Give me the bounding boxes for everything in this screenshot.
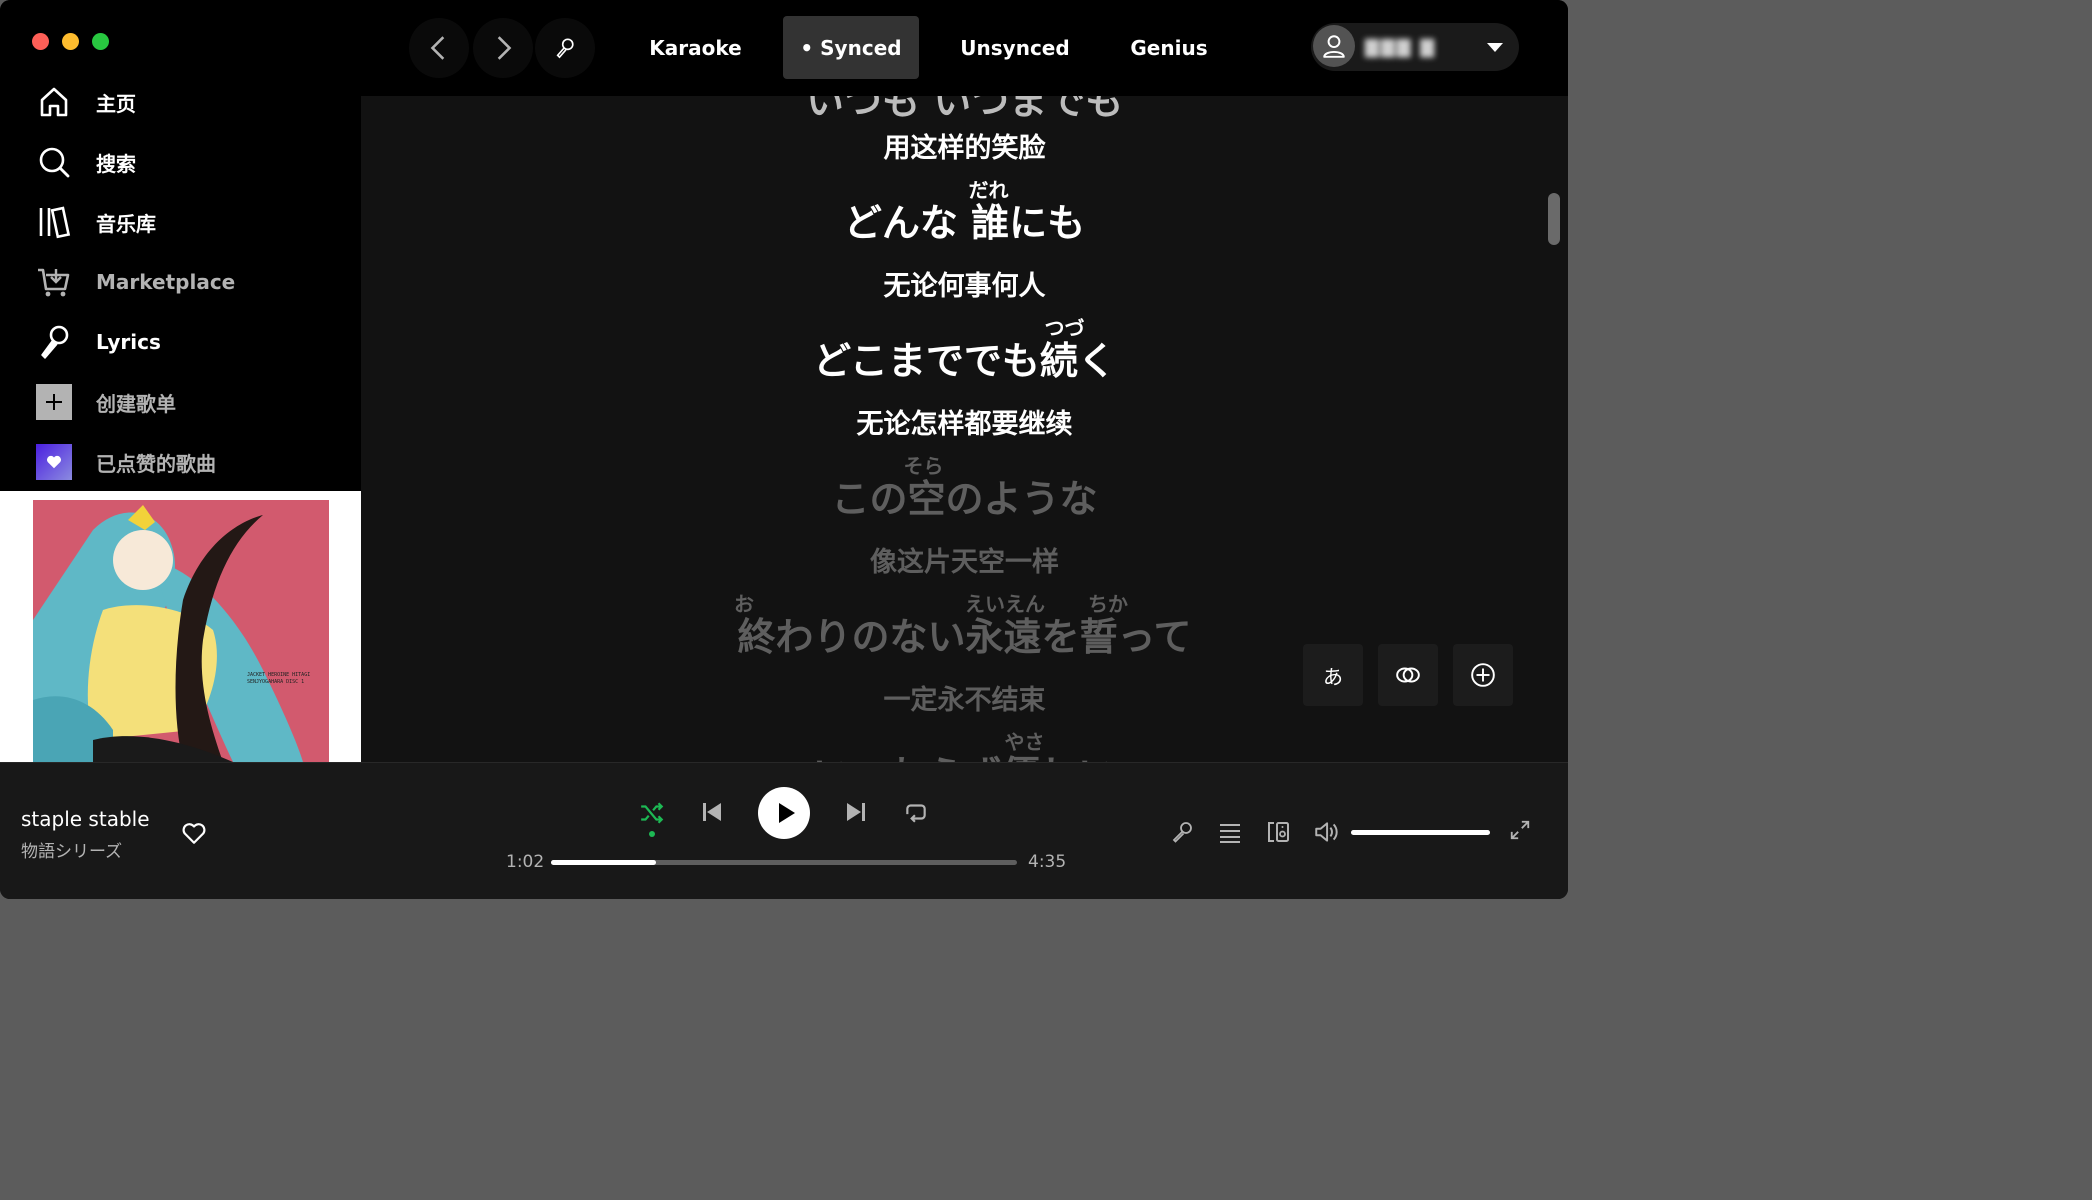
expand-icon <box>1510 820 1530 840</box>
tab-unsynced[interactable]: Unsynced <box>946 16 1084 79</box>
plus-icon <box>36 384 72 420</box>
shuffle-active-dot <box>649 831 655 837</box>
sidebar-item-lyrics[interactable]: Lyrics <box>0 312 361 372</box>
lyric-line[interactable]: 用这样的笑脸 <box>361 126 1568 165</box>
lyrics-button[interactable] <box>1168 818 1196 846</box>
tab-karaoke[interactable]: Karaoke <box>629 16 762 79</box>
play-icon <box>779 803 795 823</box>
add-lyrics-button[interactable] <box>1453 644 1513 706</box>
repeat-button[interactable] <box>901 797 931 827</box>
cart-download-icon <box>36 264 72 300</box>
microphone-icon <box>36 324 72 360</box>
search-icon <box>36 144 72 180</box>
sidebar-item-label: 创建歌单 <box>96 391 176 416</box>
sidebar-item-label: 搜索 <box>96 151 136 176</box>
library-icon <box>36 204 72 240</box>
zoom-window-button[interactable] <box>92 33 109 50</box>
back-button[interactable] <box>409 18 469 78</box>
lyric-line[interactable]: どんな 誰にも <box>361 192 1568 247</box>
microphone-icon <box>556 38 574 59</box>
skip-back-icon <box>703 803 721 821</box>
window-controls <box>32 33 109 50</box>
lyric-line[interactable]: 像这片天空一样 <box>361 540 1568 579</box>
lyric-line[interactable]: いつわらず優しい <box>361 744 1568 762</box>
minimize-window-button[interactable] <box>62 33 79 50</box>
lyrics-mic-button[interactable] <box>535 18 595 78</box>
lyric-line[interactable]: この空のような <box>361 468 1568 523</box>
fullscreen-button[interactable] <box>1506 816 1534 844</box>
album-art: JACKET HEROINE HITAGI SENJYOGAHARA DISC … <box>33 500 329 762</box>
queue-button[interactable] <box>1216 818 1244 846</box>
sidebar-item-label: 音乐库 <box>96 211 156 236</box>
sidebar: 主页 搜索 音乐库 Marketplace Lyrics 创建歌单 已点赞的歌曲… <box>0 0 361 762</box>
track-artist[interactable]: 物語シリーズ <box>21 837 122 862</box>
progress-fill <box>551 860 656 865</box>
skip-forward-icon <box>847 803 865 821</box>
lyric-line[interactable]: どこまででも続く <box>361 330 1568 385</box>
avatar <box>1313 25 1355 67</box>
now-playing-cover[interactable]: JACKET HEROINE HITAGI SENJYOGAHARA DISC … <box>0 491 361 762</box>
top-bar: Karaoke • Synced Unsynced Genius ▇▇▇ ▇ <box>361 0 1568 96</box>
chevron-right-icon <box>497 36 512 60</box>
plus-circle-icon <box>1471 663 1495 687</box>
volume-fill <box>1351 830 1490 835</box>
translate-icon <box>1396 667 1420 683</box>
tab-genius[interactable]: Genius <box>1116 16 1222 79</box>
elapsed-time: 1:02 <box>506 852 545 872</box>
heart-outline-icon <box>182 823 206 844</box>
tab-synced[interactable]: • Synced <box>783 16 919 79</box>
track-title[interactable]: staple stable <box>21 807 150 831</box>
sidebar-item-home[interactable]: 主页 <box>0 72 361 132</box>
mute-button[interactable] <box>1312 818 1340 846</box>
microphone-icon <box>1172 822 1192 843</box>
volume-icon <box>1315 822 1338 842</box>
like-button[interactable] <box>180 819 208 847</box>
sidebar-item-label: Marketplace <box>96 270 236 294</box>
previous-button[interactable] <box>697 797 727 827</box>
player-bar: staple stable 物語シリーズ 1:02 4:35 <box>0 762 1568 899</box>
heart-icon <box>36 444 72 480</box>
kana-toggle-button[interactable]: あ <box>1303 644 1363 706</box>
lyric-line[interactable]: いつも いつまでも <box>361 96 1568 125</box>
lyric-line[interactable]: 无论何事何人 <box>361 264 1568 303</box>
shuffle-button[interactable] <box>636 797 668 829</box>
chevron-left-icon <box>430 36 445 60</box>
translate-button[interactable] <box>1378 644 1438 706</box>
connect-device-button[interactable] <box>1264 818 1292 846</box>
play-button[interactable] <box>758 787 810 839</box>
total-time: 4:35 <box>1028 852 1067 872</box>
user-name: ▇▇▇ ▇ <box>1365 37 1437 58</box>
lyric-line[interactable]: 无论怎样都要继续 <box>361 402 1568 441</box>
progress-bar[interactable] <box>551 860 1017 865</box>
user-menu[interactable]: ▇▇▇ ▇ <box>1311 23 1519 71</box>
user-icon <box>1323 35 1345 58</box>
sidebar-nav: 主页 搜索 音乐库 Marketplace Lyrics 创建歌单 已点赞的歌曲 <box>0 72 361 492</box>
repeat-icon <box>906 804 926 823</box>
volume-slider[interactable] <box>1351 830 1490 835</box>
shuffle-icon <box>641 802 664 824</box>
sidebar-item-marketplace[interactable]: Marketplace <box>0 252 361 312</box>
sidebar-item-search[interactable]: 搜索 <box>0 132 361 192</box>
lyrics-scrollbar[interactable] <box>1548 193 1560 245</box>
next-button[interactable] <box>841 797 871 827</box>
sidebar-item-label: 主页 <box>96 91 136 116</box>
sidebar-item-liked-songs[interactable]: 已点赞的歌曲 <box>0 432 361 492</box>
app-window: 主页 搜索 音乐库 Marketplace Lyrics 创建歌单 已点赞的歌曲… <box>0 0 1568 899</box>
sidebar-item-library[interactable]: 音乐库 <box>0 192 361 252</box>
close-window-button[interactable] <box>32 33 49 50</box>
album-art-caption: JACKET HEROINE HITAGI SENJYOGAHARA DISC … <box>247 672 311 685</box>
sidebar-item-create-playlist[interactable]: 创建歌单 <box>0 372 361 432</box>
forward-button[interactable] <box>473 18 533 78</box>
sidebar-item-label: 已点赞的歌曲 <box>96 451 216 476</box>
caret-down-icon <box>1487 43 1503 52</box>
queue-icon <box>1220 824 1240 843</box>
home-icon <box>36 84 72 120</box>
sidebar-item-label: Lyrics <box>96 330 161 354</box>
devices-icon <box>1268 822 1289 842</box>
